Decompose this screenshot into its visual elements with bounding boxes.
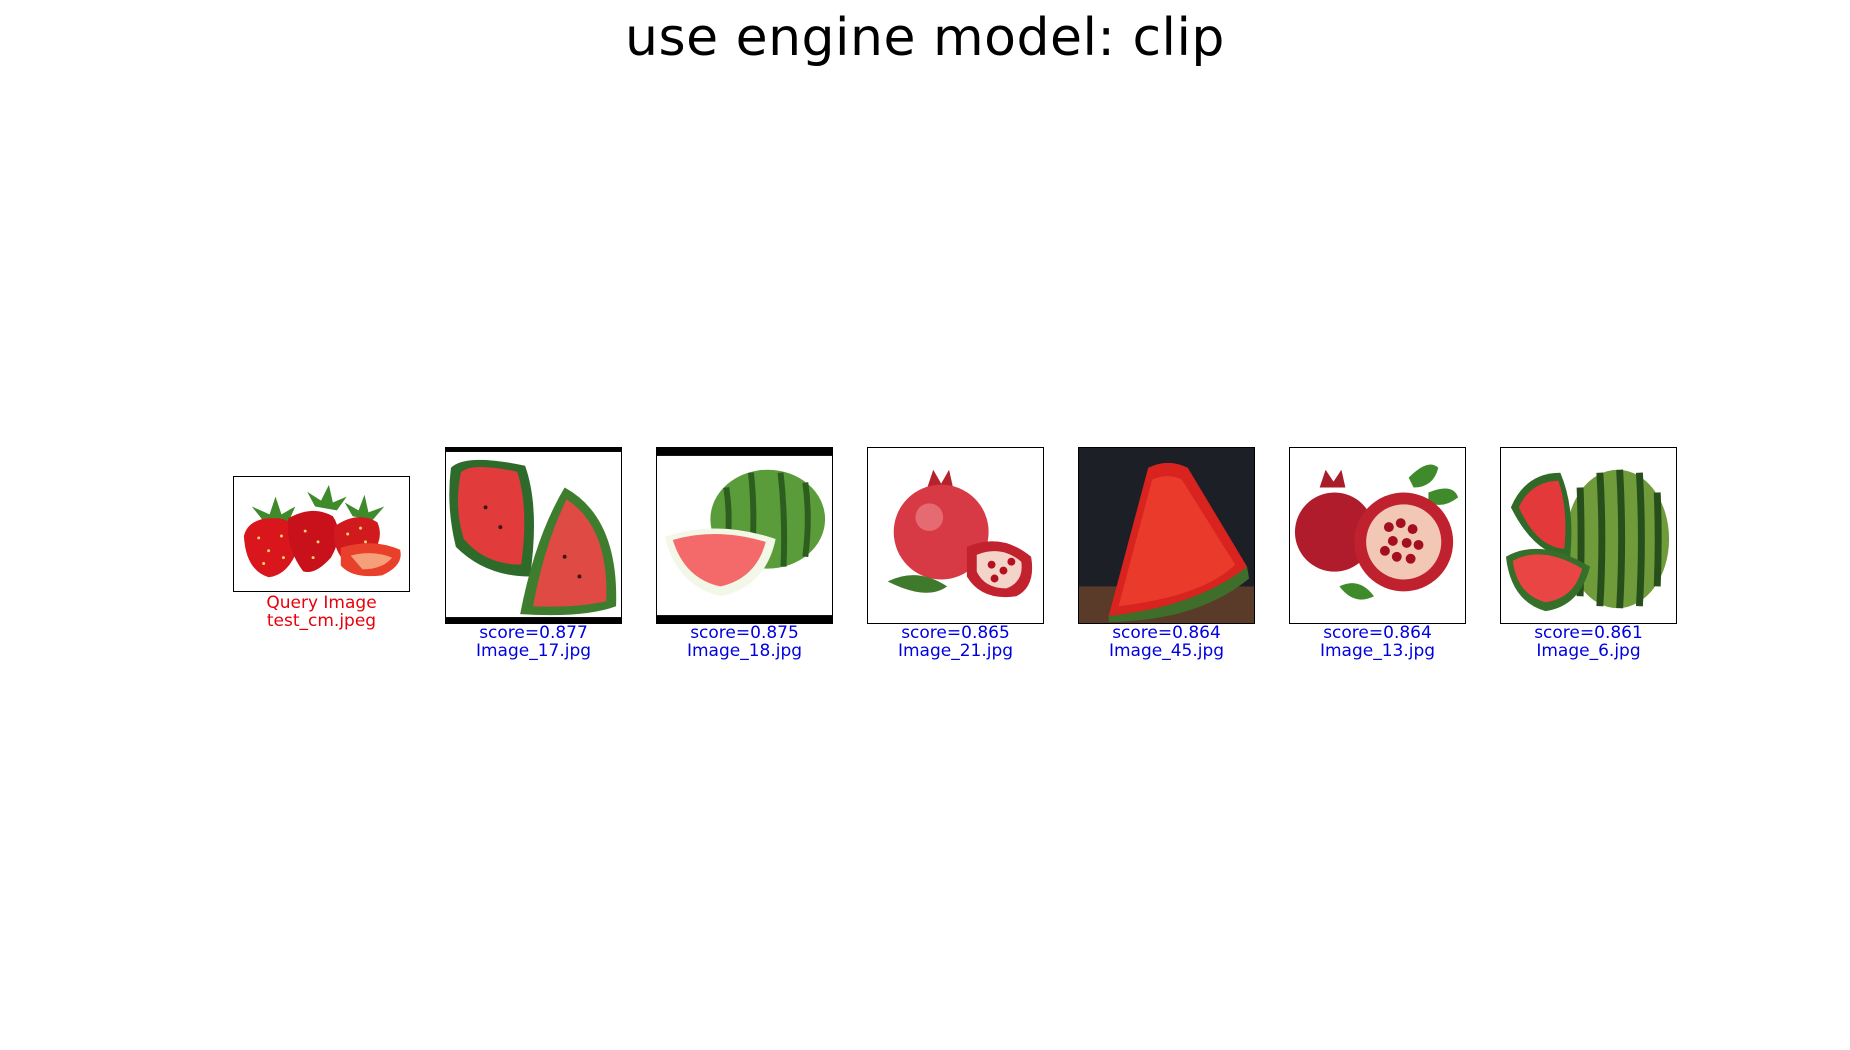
result-score: score=0.877: [479, 623, 588, 643]
result-caption-4: score=0.864 Image_45.jpg: [1056, 624, 1277, 660]
query-label: Query Image: [266, 593, 377, 613]
result-image-6: [1500, 447, 1677, 624]
result-caption-2: score=0.875 Image_18.jpg: [634, 624, 855, 660]
result-score: score=0.865: [901, 623, 1010, 643]
result-filename: Image_13.jpg: [1319, 641, 1436, 661]
result-score: score=0.864: [1112, 623, 1221, 643]
result-filename: Image_6.jpg: [1536, 641, 1641, 661]
result-filename: Image_45.jpg: [1108, 641, 1225, 661]
result-caption-1: score=0.877 Image_17.jpg: [423, 624, 644, 660]
result-score: score=0.864: [1323, 623, 1432, 643]
result-filename: Image_21.jpg: [897, 641, 1014, 661]
result-image-1: [445, 447, 622, 624]
result-caption-6: score=0.861 Image_6.jpg: [1478, 624, 1699, 660]
result-image-5: [1289, 447, 1466, 624]
result-score: score=0.875: [690, 623, 799, 643]
result-filename: Image_17.jpg: [475, 641, 592, 661]
result-caption-3: score=0.865 Image_21.jpg: [845, 624, 1066, 660]
query-caption: Query Image test_cm.jpeg: [213, 594, 430, 630]
result-image-4: [1078, 447, 1255, 624]
query-filename: test_cm.jpeg: [266, 611, 377, 631]
result-caption-5: score=0.864 Image_13.jpg: [1267, 624, 1488, 660]
result-score: score=0.861: [1534, 623, 1643, 643]
figure-title: use engine model: clip: [625, 8, 1225, 68]
result-image-2: [656, 447, 833, 624]
result-image-3: [867, 447, 1044, 624]
result-filename: Image_18.jpg: [686, 641, 803, 661]
query-image: [233, 476, 410, 592]
